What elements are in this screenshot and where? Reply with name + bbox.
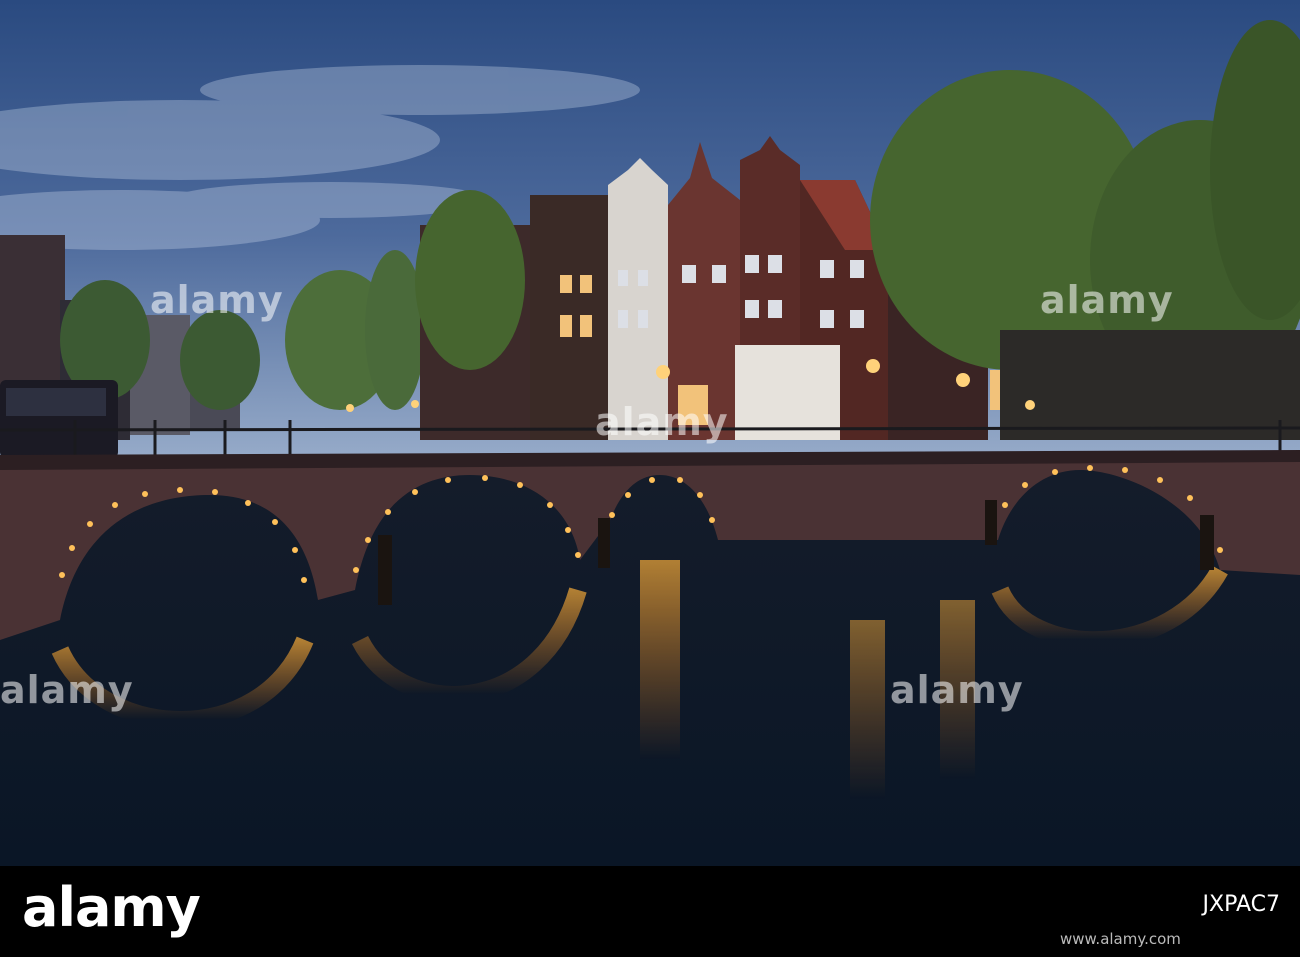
site-url[interactable]: www.alamy.com [1060,930,1181,948]
footer-bar: alamy JXPAC7 www.alamy.com [0,866,1300,957]
van [0,380,118,458]
image-id: JXPAC7 [1202,892,1280,917]
brand-logo: alamy [22,876,201,939]
canal-photo [0,0,1300,866]
